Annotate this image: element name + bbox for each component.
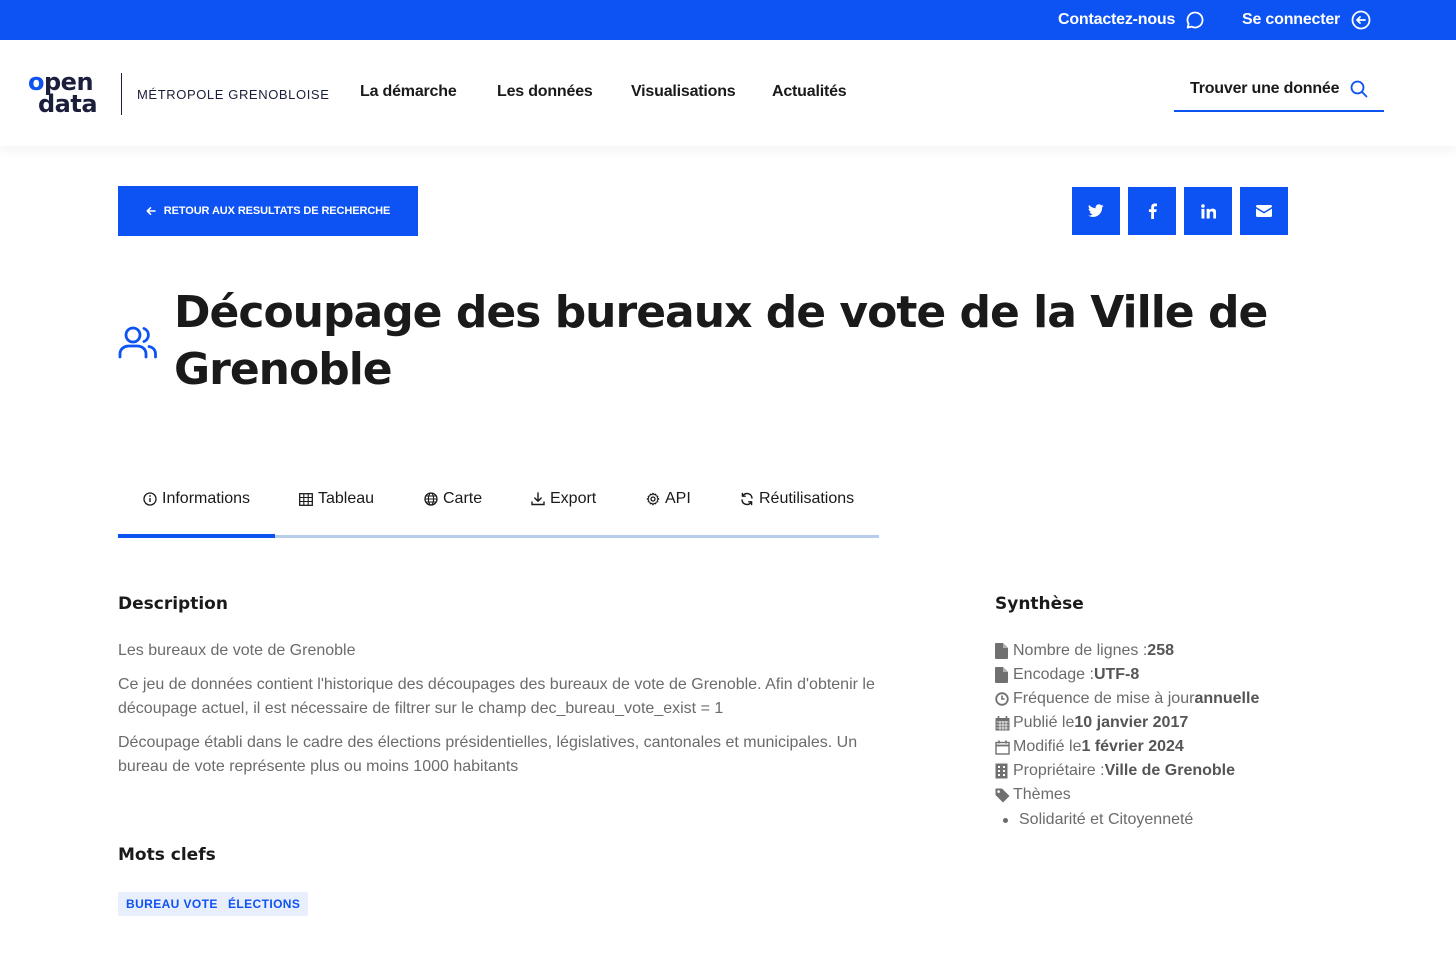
logo-divider bbox=[121, 73, 122, 115]
tab-label: Réutilisations bbox=[759, 490, 855, 507]
tab-label: API bbox=[665, 490, 691, 507]
synthese-row-lines: Nombre de lignes : 258 bbox=[995, 639, 1174, 663]
synthese-label: Modifié le bbox=[1013, 738, 1082, 755]
share-email-button[interactable] bbox=[1240, 187, 1288, 235]
keyword-tag-elections[interactable]: ÉLECTIONS bbox=[220, 892, 309, 916]
chat-bubble-icon bbox=[1186, 11, 1204, 29]
tab-active-indicator bbox=[118, 534, 275, 538]
keyword-tag-bureau-vote[interactable]: BUREAU VOTE bbox=[118, 892, 226, 916]
contact-link[interactable]: Contactez-nous bbox=[1058, 0, 1205, 40]
synthese-label: Encodage : bbox=[1013, 666, 1094, 683]
share-twitter-button[interactable] bbox=[1072, 187, 1120, 235]
twitter-icon bbox=[1088, 204, 1104, 217]
synthese-heading: Synthèse bbox=[995, 594, 1084, 614]
search-icon bbox=[1350, 80, 1368, 98]
nav-actualites[interactable]: Actualités bbox=[772, 83, 847, 101]
synthese-label: Fréquence de mise à jour bbox=[1013, 690, 1195, 707]
gear-icon bbox=[646, 492, 660, 506]
synthese-row-themes: Thèmes bbox=[995, 783, 1071, 807]
users-icon bbox=[118, 326, 157, 359]
synthese-label: Publié le bbox=[1013, 714, 1075, 731]
calendar-outline-icon bbox=[995, 740, 1010, 755]
bullet-dot bbox=[1003, 817, 1008, 823]
contact-label: Contactez-nous bbox=[1058, 11, 1176, 28]
file-icon bbox=[995, 667, 1008, 683]
tab-label: Tableau bbox=[318, 490, 375, 507]
synthese-value: annuelle bbox=[1194, 690, 1260, 707]
logo-line2: data bbox=[38, 90, 98, 118]
theme-item[interactable]: Solidarité et Citoyenneté bbox=[1003, 808, 1193, 832]
keywords-heading: Mots clefs bbox=[118, 845, 216, 865]
file-icon bbox=[995, 643, 1008, 659]
nav-visualisations[interactable]: Visualisations bbox=[631, 83, 736, 101]
tab-api[interactable]: API bbox=[646, 488, 691, 510]
arrow-left-icon bbox=[146, 207, 156, 215]
dataset-tabs: Informations Tableau Carte Export API Ré… bbox=[118, 476, 879, 538]
building-icon bbox=[995, 763, 1008, 779]
refresh-icon bbox=[741, 492, 753, 506]
description-paragraph: Ce jeu de données contient l'historique … bbox=[118, 676, 875, 717]
search-label: Trouver une donnée bbox=[1190, 80, 1340, 97]
nav-la-demarche[interactable]: La démarche bbox=[360, 83, 457, 101]
tab-carte[interactable]: Carte bbox=[424, 488, 482, 510]
page-title: Découpage des bureaux de vote de la Vill… bbox=[174, 287, 1268, 395]
clock-icon bbox=[995, 692, 1009, 706]
tab-export[interactable]: Export bbox=[531, 488, 596, 510]
synthese-row-encoding: Encodage : UTF-8 bbox=[995, 663, 1139, 687]
synthese-value: UTF-8 bbox=[1093, 666, 1140, 683]
info-icon bbox=[143, 492, 157, 506]
synthese-label: Thèmes bbox=[1013, 786, 1071, 803]
tab-informations[interactable]: Informations bbox=[143, 488, 250, 510]
tag-icon bbox=[995, 788, 1010, 802]
back-label: RETOUR AUX RESULTATS DE RECHERCHE bbox=[163, 205, 391, 217]
open-data-logo[interactable]: open data bbox=[26, 68, 116, 120]
synthese-row-frequency: Fréquence de mise à jour annuelle bbox=[995, 687, 1259, 711]
calendar-icon bbox=[995, 715, 1010, 730]
email-icon bbox=[1256, 205, 1272, 217]
login-icon bbox=[1351, 10, 1371, 30]
share-facebook-button[interactable] bbox=[1128, 187, 1176, 235]
description-heading: Description bbox=[118, 594, 228, 614]
globe-icon bbox=[424, 492, 438, 506]
back-to-results-button[interactable]: RETOUR AUX RESULTATS DE RECHERCHE bbox=[118, 186, 418, 236]
download-icon bbox=[531, 492, 545, 506]
tab-label: Informations bbox=[162, 490, 251, 507]
synthese-value: 258 bbox=[1147, 642, 1174, 659]
tab-tableau[interactable]: Tableau bbox=[299, 488, 374, 510]
table-icon bbox=[299, 492, 313, 506]
tab-label: Carte bbox=[443, 490, 483, 507]
theme-label: Solidarité et Citoyenneté bbox=[1019, 811, 1194, 828]
synthese-label: Nombre de lignes : bbox=[1013, 642, 1148, 659]
nav-les-donnees[interactable]: Les données bbox=[497, 83, 593, 101]
description-paragraph: Les bureaux de vote de Grenoble bbox=[118, 642, 356, 659]
tab-reutilisations[interactable]: Réutilisations bbox=[740, 488, 854, 510]
linkedin-icon bbox=[1200, 203, 1216, 219]
search-button[interactable]: Trouver une donnée bbox=[1174, 68, 1384, 112]
synthese-value: Ville de Grenoble bbox=[1104, 762, 1236, 779]
tab-label: Export bbox=[550, 490, 597, 507]
facebook-icon bbox=[1148, 203, 1157, 219]
synthese-label: Propriétaire : bbox=[1013, 762, 1105, 779]
share-linkedin-button[interactable] bbox=[1184, 187, 1232, 235]
top-bar: Contactez-nous Se connecter bbox=[0, 0, 1456, 40]
synthese-row-owner: Propriétaire : Ville de Grenoble bbox=[995, 759, 1235, 783]
login-label: Se connecter bbox=[1242, 11, 1341, 28]
site-header: open data MÉTROPOLE GRENOBLOISE La démar… bbox=[0, 40, 1456, 146]
synthese-value: 10 janvier 2017 bbox=[1074, 714, 1189, 731]
synthese-value: 1 février 2024 bbox=[1081, 738, 1184, 755]
description-paragraph: Découpage établi dans le cadre des élect… bbox=[118, 734, 858, 775]
synthese-row-published: Publié le 10 janvier 2017 bbox=[995, 711, 1188, 735]
login-link[interactable]: Se connecter bbox=[1242, 0, 1372, 40]
logo-subtitle: MÉTROPOLE GRENOBLOISE bbox=[137, 87, 330, 102]
synthese-row-modified: Modifié le 1 février 2024 bbox=[995, 735, 1184, 759]
